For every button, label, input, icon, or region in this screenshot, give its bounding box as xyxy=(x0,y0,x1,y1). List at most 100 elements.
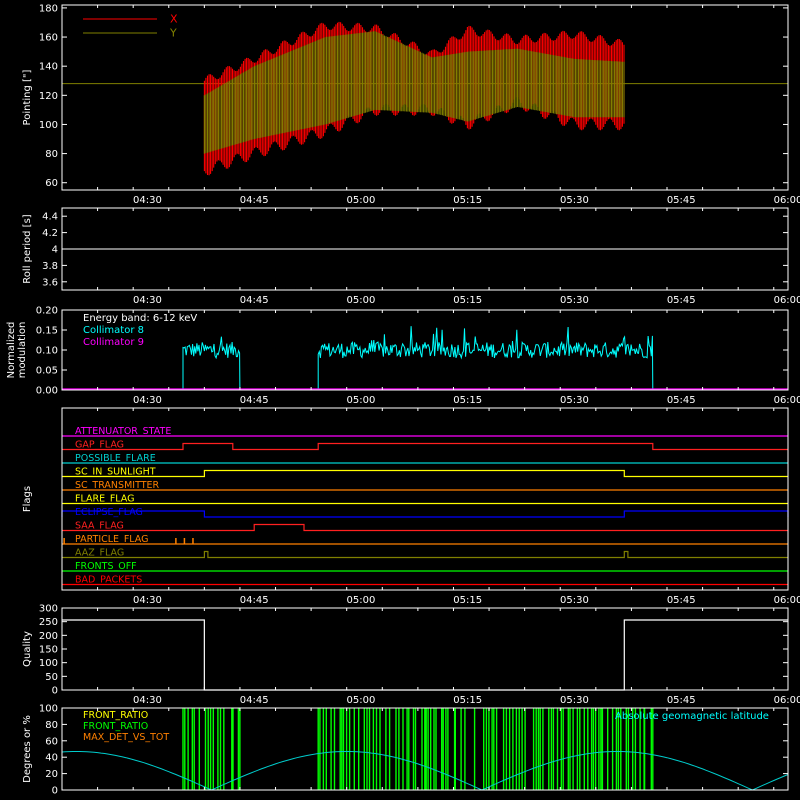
modulation-ylabel: Normalizedmodulation xyxy=(6,322,28,379)
flag-label-sc-in-sunlight: SC_IN_SUNLIGHT xyxy=(75,467,156,478)
front-ratio-bars xyxy=(182,708,654,790)
quality-ylabel: Quality xyxy=(22,631,33,667)
roll-ylabel: Roll period [s] xyxy=(22,214,33,283)
legend-label-y: Y xyxy=(169,27,177,40)
pointing-ylabel: Pointing ["] xyxy=(22,69,33,125)
flags-ylabel: Flags xyxy=(22,486,33,512)
flag-line-aaz-flag xyxy=(62,550,788,559)
geomag-legend-2: MAX_DET_VS_TOT xyxy=(83,732,169,743)
roll-xtick-label: 05:30 xyxy=(560,295,589,306)
geomag-legend-latitude: Absolute geomagnetic latitude xyxy=(615,711,769,722)
modulation-ytick-label: 0.15 xyxy=(36,326,58,337)
quality-xtick-label: 04:45 xyxy=(240,695,269,706)
pointing-xtick-label: 05:45 xyxy=(667,195,696,206)
flags-xtick-label: 04:30 xyxy=(133,595,162,606)
flag-label-particle-flag: PARTICLE_FLAG xyxy=(75,534,148,545)
flags-xtick-label: 05:30 xyxy=(560,595,589,606)
modulation-xtick-label: 06:00 xyxy=(774,395,800,406)
roll-ytick-label: 3.8 xyxy=(42,261,58,272)
geomag-ytick-label: 80 xyxy=(45,720,58,731)
geomag-legend-1: FRONT_RATIO xyxy=(83,721,148,732)
quality-xtick-label: 05:45 xyxy=(667,695,696,706)
modulation-xtick-label: 05:45 xyxy=(667,395,696,406)
flag-line-saa-flag xyxy=(62,523,788,532)
modulation-legend-2: Collimator 9 xyxy=(83,337,144,348)
quality-xtick-label: 05:15 xyxy=(453,695,482,706)
pointing-ytick-label: 140 xyxy=(39,62,58,73)
flag-label-aaz-flag: AAZ_FLAG xyxy=(75,548,124,559)
flag-label-possible-flare: POSSIBLE_FLARE xyxy=(75,453,156,464)
roll-ytick-label: 3.6 xyxy=(42,277,58,288)
roll-xtick-label: 05:15 xyxy=(453,295,482,306)
flags-xtick-label: 04:45 xyxy=(240,595,269,606)
pointing-xtick-label: 05:15 xyxy=(453,195,482,206)
pointing-ytick-label: 100 xyxy=(39,120,58,131)
modulation-ytick-label: 0.00 xyxy=(36,386,58,397)
flag-label-saa-flag: SAA_FLAG xyxy=(75,521,124,532)
pointing-ytick-label: 180 xyxy=(39,3,58,14)
modulation-xtick-label: 05:00 xyxy=(347,395,376,406)
flag-label-fronts-off: FRONTS_OFF xyxy=(75,561,137,572)
quality-ytick-label: 100 xyxy=(39,658,58,669)
pointing-xtick-label: 06:00 xyxy=(774,195,800,206)
geomag-legend-0: FRONT_RATIO xyxy=(83,710,148,721)
modulation-legend-1: Collimator 8 xyxy=(83,325,144,336)
quality-ytick-label: 150 xyxy=(39,645,58,656)
roll-ytick-label: 4.4 xyxy=(42,212,58,223)
geomag-ytick-label: 20 xyxy=(45,769,58,780)
quality-xtick-label: 05:30 xyxy=(560,695,589,706)
modulation-xtick-label: 04:45 xyxy=(240,395,269,406)
flag-line-eclipse-flag xyxy=(61,510,789,518)
pointing-ytick-label: 60 xyxy=(45,178,58,189)
modulation-xtick-label: 05:15 xyxy=(453,395,482,406)
flag-label-attenuator-state: ATTENUATOR_STATE xyxy=(75,426,171,437)
legend-label-x: X xyxy=(170,13,178,26)
roll-ytick-label: 4 xyxy=(52,245,58,256)
flag-label-flare-flag: FLARE_FLAG xyxy=(75,494,135,505)
flag-label-eclipse-flag: ECLIPSE_FLAG xyxy=(75,507,143,518)
roll-xtick-label: 05:00 xyxy=(347,295,376,306)
geomag-ytick-label: 100 xyxy=(39,704,58,715)
quality-ytick-label: 0 xyxy=(52,686,58,697)
roll-xtick-label: 05:45 xyxy=(667,295,696,306)
flags-xtick-label: 05:45 xyxy=(667,595,696,606)
pointing-ytick-label: 120 xyxy=(39,91,58,102)
geomag-ytick-label: 60 xyxy=(45,736,58,747)
roll-xtick-label: 06:00 xyxy=(774,295,800,306)
collimator8-series xyxy=(62,326,788,391)
quality-line xyxy=(62,619,788,691)
quality-ytick-label: 300 xyxy=(39,604,58,615)
pointing-xtick-label: 04:45 xyxy=(240,195,269,206)
modulation-ytick-label: 0.20 xyxy=(36,306,58,317)
roll-ytick-label: 4.2 xyxy=(42,228,58,239)
geomag-ytick-label: 0 xyxy=(52,786,58,797)
pointing-xtick-label: 05:30 xyxy=(560,195,589,206)
flag-label-bad-packets: BAD_PACKETS xyxy=(75,575,142,586)
modulation-ytick-label: 0.10 xyxy=(36,346,58,357)
pointing-xtick-label: 04:30 xyxy=(133,195,162,206)
flag-label-sc-transmitter: SC_TRANSMITTER xyxy=(75,480,160,491)
modulation-legend-0: Energy band: 6-12 keV xyxy=(83,313,197,324)
quality-xtick-label: 06:00 xyxy=(774,695,800,706)
quality-xtick-label: 05:00 xyxy=(347,695,376,706)
quality-ytick-label: 250 xyxy=(39,617,58,628)
figure: 04:30 04:45 05:00 05:15 05:30 05:45 06:00 60 80 1… xyxy=(6,3,800,797)
flag-line-sc-in-sunlight xyxy=(62,469,788,478)
pointing-ytick-label: 80 xyxy=(45,149,58,160)
modulation-xtick-label: 04:30 xyxy=(133,395,162,406)
quality-ytick-label: 200 xyxy=(39,631,58,642)
pointing-ytick-label: 160 xyxy=(39,33,58,44)
modulation-xtick-label: 05:30 xyxy=(560,395,589,406)
roll-xtick-label: 04:30 xyxy=(133,295,162,306)
flags-xtick-label: 06:00 xyxy=(774,595,800,606)
quality-xtick-label: 04:30 xyxy=(133,695,162,706)
modulation-ylabel-line: modulation xyxy=(17,322,28,379)
modulation-ytick-label: 0.05 xyxy=(36,366,58,377)
flags-xtick-label: 05:15 xyxy=(453,595,482,606)
flag-line-gap-flag xyxy=(62,442,788,451)
geomag-ytick-label: 40 xyxy=(45,753,58,764)
quality-ytick-label: 50 xyxy=(45,672,58,683)
geomag-ylabel: Degrees or % xyxy=(22,715,33,783)
flag-label-gap-flag: GAP_FLAG xyxy=(75,440,124,451)
pointing-xtick-label: 05:00 xyxy=(347,195,376,206)
